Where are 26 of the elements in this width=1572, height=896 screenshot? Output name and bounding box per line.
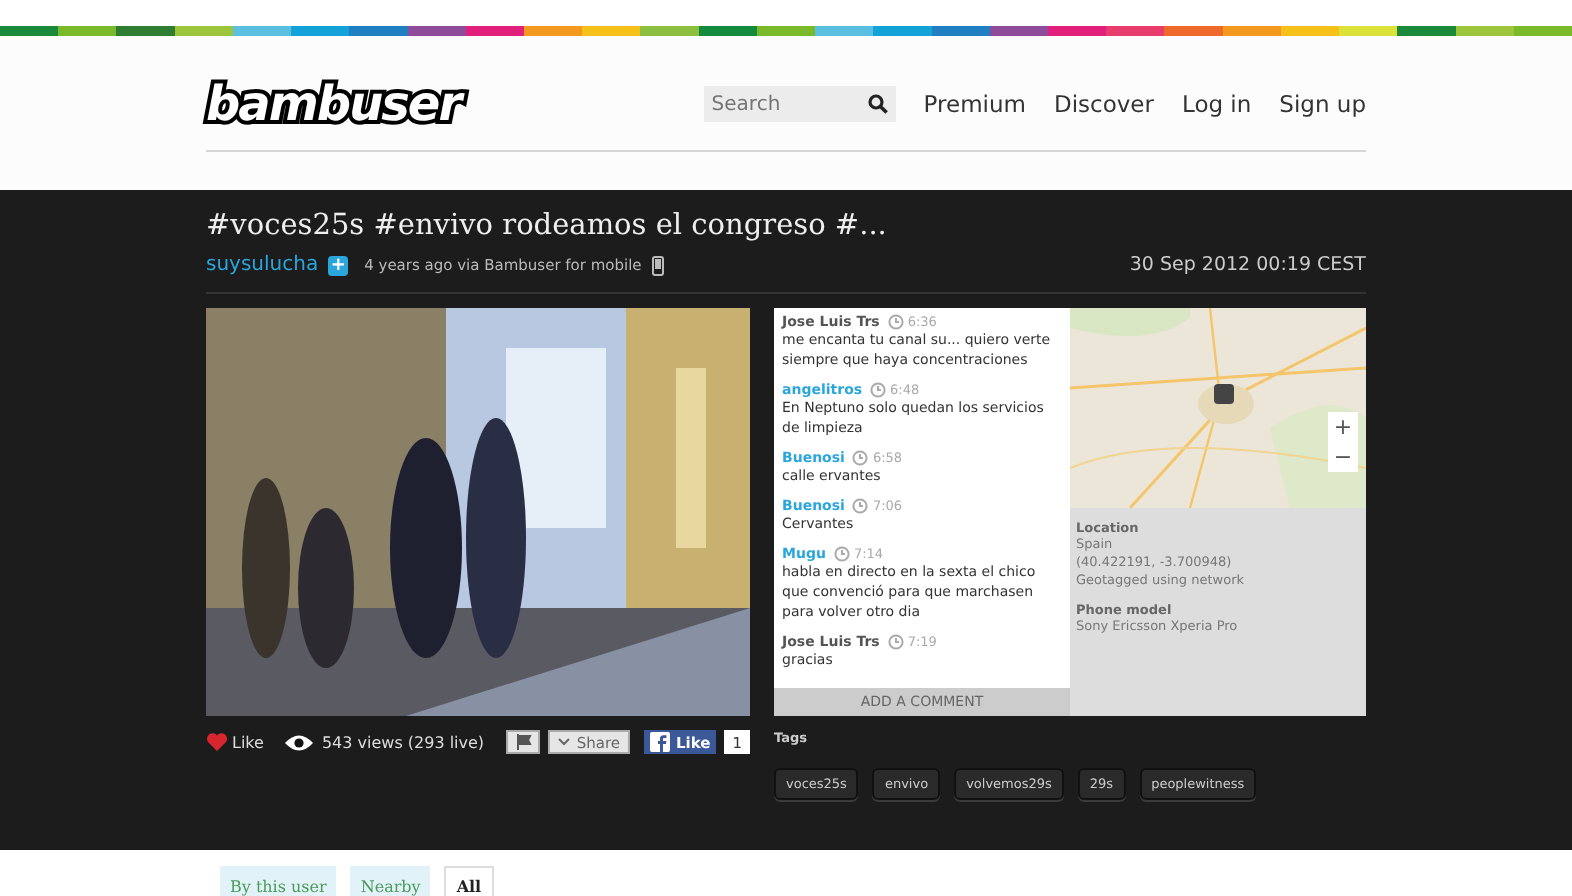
filter-tab[interactable]: All [444, 866, 494, 896]
eye-icon [283, 733, 314, 751]
clock-icon [852, 498, 869, 514]
search-icon [867, 94, 888, 114]
username-link[interactable]: suysulucha [206, 254, 319, 276]
premium-badge: + [328, 255, 349, 275]
clock-icon [833, 546, 850, 562]
nav-link[interactable]: Premium [923, 90, 1026, 118]
nav-link[interactable]: Sign up [1279, 90, 1366, 118]
clock-icon [870, 382, 887, 398]
facebook-icon [649, 732, 670, 752]
view-count: 543 views (293 live) [321, 733, 485, 751]
flag-button[interactable] [506, 730, 541, 754]
like-button[interactable]: Like [206, 732, 264, 752]
broadcast-date: 30 Sep 2012 00:19 CEST [1129, 254, 1366, 276]
flag-icon [515, 734, 532, 750]
nav-link[interactable]: Log in [1181, 90, 1252, 118]
heart-icon [206, 732, 228, 752]
phone-icon [651, 255, 664, 275]
broadcast-title: #voces25s #envivo rodeamos el congreso #... [206, 210, 889, 242]
search-field[interactable]: Search [703, 86, 896, 122]
clock-icon [887, 634, 904, 650]
clock-icon [852, 450, 869, 466]
chevron-icon [558, 738, 571, 746]
nav-link[interactable]: Discover [1053, 90, 1154, 118]
clock-icon [887, 314, 904, 330]
